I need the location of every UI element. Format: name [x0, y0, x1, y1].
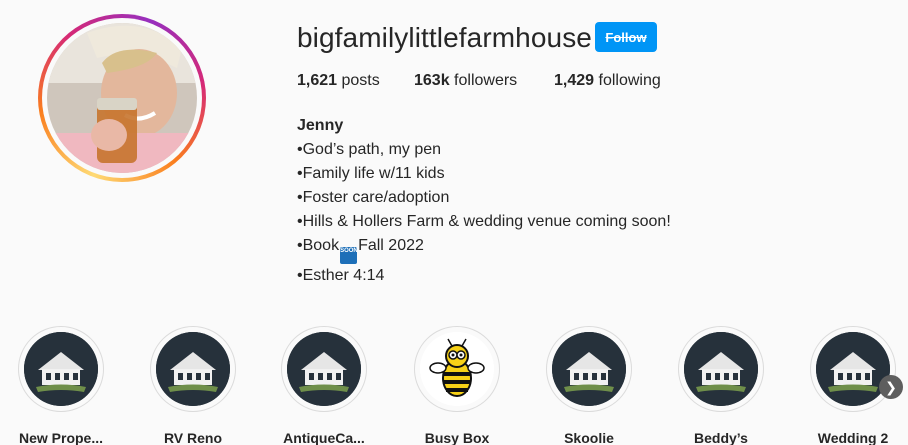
- follow-button[interactable]: Follow: [595, 22, 657, 52]
- bio-line: •Esther 4:14: [297, 267, 385, 284]
- profile-bio: Jenny •God’s path, my pen •Family life w…: [297, 114, 671, 288]
- profile-username: bigfamilylittlefarmhouse: [297, 22, 592, 53]
- highlight-label: Wedding 2: [817, 430, 889, 445]
- posts-label: posts: [341, 72, 380, 89]
- book-suffix: Fall 2022: [358, 237, 424, 254]
- story-highlight[interactable]: Busy Box: [402, 326, 512, 445]
- highlight-label: Busy Box: [424, 430, 490, 445]
- story-highlight[interactable]: RV Reno: [138, 326, 248, 445]
- profile-name: Jenny: [297, 117, 344, 134]
- posts-count: 1,621: [297, 72, 338, 89]
- following-count: 1,429: [554, 72, 595, 89]
- highlight-label: New Prope...: [18, 430, 104, 445]
- avatar[interactable]: [47, 23, 197, 173]
- story-highlight[interactable]: Beddy’s: [666, 326, 776, 445]
- story-highlight[interactable]: Skoolie: [534, 326, 644, 445]
- following-label: following: [598, 72, 661, 89]
- story-highlight[interactable]: New Prope...: [6, 326, 116, 445]
- highlight-label: Beddy’s: [694, 430, 748, 445]
- farmhouse-icon: [552, 332, 626, 406]
- followers-count: 163k: [414, 72, 450, 89]
- bio-line: •Hills & Hollers Farm & wedding venue co…: [297, 213, 671, 230]
- following-stat[interactable]: 1,429 following: [554, 72, 661, 90]
- bio-line: •Family life w/11 kids: [297, 165, 445, 182]
- followers-stat[interactable]: 163k followers: [414, 72, 517, 90]
- profile-page: bigfamilylittlefarmhouse Follow 1,621 po…: [0, 0, 908, 445]
- farmhouse-icon: [287, 332, 361, 406]
- farmhouse-icon: [684, 332, 758, 406]
- bio-line: •God’s path, my pen: [297, 141, 442, 158]
- farmhouse-icon: [156, 332, 230, 406]
- bio-line: •Foster care/adoption: [297, 189, 450, 206]
- bio-line-book: •BookSOONFall 2022: [297, 234, 671, 264]
- avatar-photo: [47, 23, 197, 173]
- farmhouse-icon: [24, 332, 98, 406]
- posts-stat: 1,621 posts: [297, 72, 380, 90]
- farmhouse-icon: [816, 332, 890, 406]
- book-prefix: •Book: [297, 237, 340, 254]
- story-ring[interactable]: [38, 14, 206, 182]
- highlight-label: Skoolie: [564, 430, 614, 445]
- highlight-label: RV Reno: [163, 430, 223, 445]
- soon-emoji-icon: SOON: [340, 247, 358, 264]
- highlight-label: AntiqueCa...: [283, 430, 365, 445]
- chevron-right-icon[interactable]: ❯: [879, 375, 903, 399]
- story-highlight[interactable]: AntiqueCa...: [269, 326, 379, 445]
- followers-label: followers: [454, 72, 518, 89]
- bee-icon: [420, 332, 494, 406]
